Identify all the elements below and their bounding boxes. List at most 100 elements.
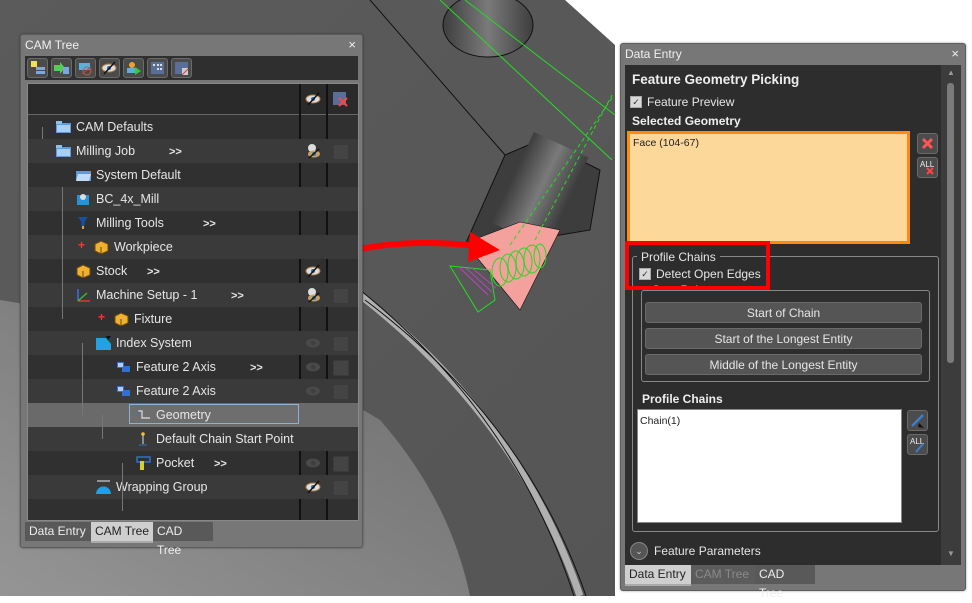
scrollbar-thumb[interactable] — [947, 83, 954, 363]
tree-row[interactable]: Milling Job >> — [28, 139, 358, 163]
clear-all-icon[interactable] — [332, 91, 348, 112]
start-of-chain-button[interactable]: Start of Chain — [645, 302, 922, 323]
remove-all-button[interactable]: ALL — [917, 157, 938, 178]
visibility-icon[interactable] — [305, 91, 321, 112]
selected-geometry-list[interactable]: Face (104-67) — [627, 131, 910, 244]
selected-geometry-label: Selected Geometry — [632, 114, 741, 128]
cam-tree-title: CAM Tree — [25, 38, 80, 52]
tree-row-label: Feature 2 Axis — [136, 360, 216, 374]
simulate-icon[interactable] — [123, 58, 144, 78]
tree-row[interactable]: Index System — [28, 331, 358, 355]
tree-row-label: Feature 2 Axis — [136, 384, 216, 398]
tree-row[interactable]: Stock >> — [28, 259, 358, 283]
tree-connector — [122, 463, 123, 511]
import-icon[interactable] — [51, 58, 72, 78]
visibility-icon[interactable] — [305, 143, 321, 159]
tree-row[interactable]: Feature 2 Axis — [28, 379, 358, 403]
expand-more-button[interactable]: >> — [169, 139, 182, 163]
lock-toggle[interactable] — [333, 360, 349, 376]
expand-more-button[interactable]: >> — [147, 259, 160, 283]
tree-row[interactable]: Feature 2 Axis >> — [28, 355, 358, 379]
vertical-scrollbar[interactable]: ▲ ▼ — [941, 65, 961, 565]
tab-data-entry[interactable]: Data Entry — [625, 565, 691, 586]
start-of-longest-entity-button[interactable]: Start of the Longest Entity — [645, 328, 922, 349]
wrapping-icon — [96, 480, 111, 494]
tree-row[interactable]: Wrapping Group — [28, 475, 358, 499]
lock-toggle[interactable] — [333, 480, 349, 496]
list-item[interactable]: Face (104-67) — [633, 137, 699, 149]
visibility-icon[interactable] — [99, 58, 120, 78]
pocket-icon — [136, 456, 151, 470]
tree-connector — [62, 187, 63, 319]
visibility-icon[interactable] — [305, 455, 321, 471]
visibility-icon[interactable] — [305, 287, 321, 303]
start-point-icon — [136, 432, 151, 446]
grid-settings-icon[interactable] — [171, 58, 192, 78]
form-heading: Feature Geometry Picking — [632, 72, 800, 87]
tree-connector — [42, 127, 43, 139]
scroll-up-icon[interactable]: ▲ — [947, 68, 955, 77]
new-job-icon[interactable] — [27, 58, 48, 78]
close-icon[interactable]: × — [951, 44, 959, 64]
visibility-icon[interactable] — [305, 359, 321, 375]
lock-toggle[interactable] — [333, 144, 349, 160]
expand-plus-icon[interactable]: + — [78, 238, 85, 252]
list-item[interactable]: Chain(1) — [640, 415, 680, 427]
close-icon[interactable]: × — [348, 35, 356, 55]
tree-row[interactable]: System Default — [28, 163, 358, 187]
middle-of-longest-entity-button[interactable]: Middle of the Longest Entity — [645, 354, 922, 375]
tree-row[interactable]: BC_4x_Mill — [28, 187, 358, 211]
expand-more-button[interactable]: >> — [214, 451, 227, 475]
lock-toggle[interactable] — [333, 456, 349, 472]
tree-row[interactable]: CAM Defaults — [28, 115, 358, 139]
hide-tool-icon[interactable] — [75, 58, 96, 78]
box-icon — [114, 312, 129, 327]
tree-row[interactable]: Geometry — [28, 403, 358, 427]
tree-row-label: Default Chain Start Point — [156, 432, 294, 446]
tree-row-label: Geometry — [156, 408, 211, 422]
visibility-icon[interactable] — [305, 263, 321, 279]
reverse-all-chains-button[interactable]: ALL — [907, 434, 928, 455]
tree-row[interactable]: + Fixture — [28, 307, 358, 331]
expand-more-button[interactable]: >> — [231, 283, 244, 307]
reverse-chain-button[interactable] — [907, 410, 928, 431]
expand-more-button[interactable]: >> — [250, 355, 263, 379]
annotation-highlight-box — [625, 241, 770, 290]
feature-parameters-section[interactable]: Feature Parameters — [654, 544, 761, 558]
tree-header — [28, 84, 358, 115]
tree-row[interactable]: Default Chain Start Point — [28, 427, 358, 451]
lock-toggle[interactable] — [333, 336, 349, 352]
feature-preview-checkbox[interactable]: ✓ — [630, 96, 642, 108]
lock-toggle[interactable] — [333, 384, 349, 400]
box-icon — [76, 264, 91, 279]
scroll-down-icon[interactable]: ▼ — [947, 549, 955, 558]
tab-cad-tree[interactable]: CAD Tree — [755, 565, 815, 600]
folder-icon — [56, 120, 71, 134]
expand-chevron-icon[interactable]: ⌄ — [630, 542, 648, 560]
tab-cam-tree[interactable]: CAM Tree — [691, 565, 755, 584]
tab-cad-tree[interactable]: CAD Tree — [153, 522, 213, 557]
tree-row[interactable]: + Workpiece — [28, 235, 358, 259]
tree-row[interactable]: Milling Tools >> — [28, 211, 358, 235]
box-icon — [94, 240, 109, 255]
grid-icon[interactable] — [147, 58, 168, 78]
folder-icon — [56, 144, 71, 158]
visibility-icon[interactable] — [305, 335, 321, 351]
tree-row-label: Wrapping Group — [116, 480, 208, 494]
tab-cam-tree[interactable]: CAM Tree — [91, 522, 153, 543]
visibility-icon[interactable] — [305, 383, 321, 399]
expand-more-button[interactable]: >> — [203, 211, 216, 235]
data-entry-panel: Data Entry × Feature Geometry Picking ✓ … — [620, 43, 966, 600]
profile-chains-list[interactable]: Chain(1) — [637, 409, 902, 523]
visibility-icon[interactable] — [305, 479, 321, 495]
tree-row-label: Fixture — [134, 312, 173, 326]
tree-row[interactable]: Machine Setup - 1 >> — [28, 283, 358, 307]
expand-plus-icon[interactable]: + — [98, 310, 105, 324]
cam-tree-view: CAM Defaults Milling Job >> System Default B… — [27, 83, 359, 521]
tree-row[interactable]: Pocket >> — [28, 451, 358, 475]
tree-connector — [102, 415, 103, 439]
tab-data-entry[interactable]: Data Entry — [25, 522, 91, 541]
tree-row-label: Index System — [116, 336, 192, 350]
remove-selected-button[interactable] — [917, 133, 938, 154]
lock-toggle[interactable] — [333, 288, 349, 304]
